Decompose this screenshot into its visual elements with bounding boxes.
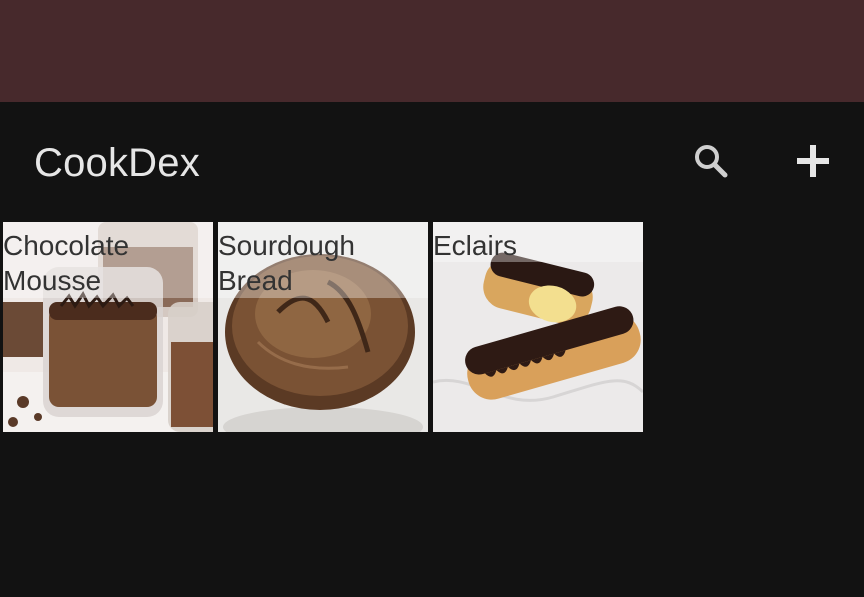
search-icon [695, 145, 728, 178]
recipe-title: Chocolate Mousse [3, 230, 130, 296]
search-button[interactable] [681, 131, 741, 191]
recipe-card-eclairs[interactable]: Eclairs [433, 222, 643, 432]
recipe-card-chocolate-mousse[interactable]: Chocolate Mousse [3, 222, 213, 432]
recipe-card-sourdough-bread[interactable]: Sourdough Bread [218, 222, 428, 432]
plus-icon [797, 145, 829, 177]
add-recipe-button[interactable] [783, 131, 843, 191]
recipe-title: Sourdough Bread [218, 230, 356, 296]
app-title: CookDex [34, 141, 200, 185]
status-bar [0, 0, 864, 102]
recipe-title: Eclairs [433, 230, 518, 261]
